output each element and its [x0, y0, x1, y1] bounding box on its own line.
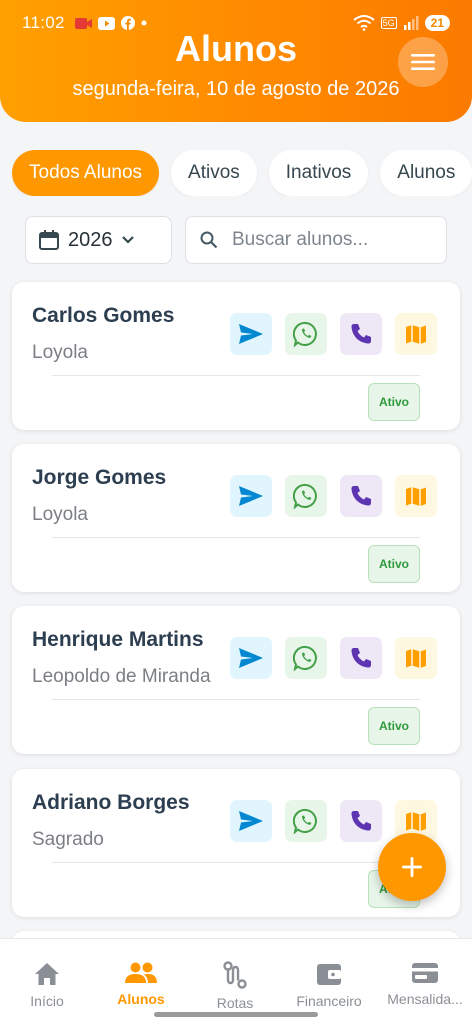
student-school: Loyola [32, 342, 88, 363]
nav-item-inicio[interactable]: Início [0, 939, 94, 1024]
filter-chip-inactive[interactable]: Inativos [268, 150, 369, 196]
student-actions [230, 313, 437, 355]
filter-chips: Todos Alunos Ativos Inativos Alunos [12, 150, 472, 196]
phone-icon [351, 811, 371, 831]
map-icon [406, 325, 426, 344]
send-icon [239, 486, 263, 506]
phone-icon [351, 486, 371, 506]
card-divider [52, 375, 420, 376]
map-icon [406, 487, 426, 506]
nav-item-mensalidades[interactable]: Mensalida... [378, 939, 472, 1024]
wallet-icon [317, 964, 341, 985]
nav-label: Financeiro [296, 993, 362, 1009]
student-name: Henrique Martins [32, 628, 204, 651]
year-value: 2026 [68, 228, 113, 251]
call-button[interactable] [340, 475, 382, 517]
map-button[interactable] [395, 637, 437, 679]
whatsapp-icon [293, 808, 317, 834]
search-icon [200, 231, 218, 249]
send-icon [239, 648, 263, 668]
card-divider [52, 699, 420, 700]
chevron-down-icon [121, 236, 134, 244]
whatsapp-button[interactable] [285, 637, 327, 679]
home-icon [35, 963, 59, 985]
phone-icon [351, 648, 371, 668]
filter-chip-more[interactable]: Alunos [380, 150, 472, 196]
student-school: Sagrado [32, 829, 104, 850]
card-divider [52, 537, 420, 538]
nav-label: Mensalida... [387, 991, 463, 1007]
page-date: segunda-feira, 10 de agosto de 2026 [72, 78, 400, 100]
student-actions [230, 637, 437, 679]
status-badge: Ativo [368, 383, 420, 421]
student-card[interactable]: Carlos Gomes Loyola Ativo [12, 282, 460, 430]
menu-button[interactable] [398, 37, 448, 87]
people-icon [125, 962, 157, 983]
nav-label: Alunos [117, 991, 165, 1007]
status-badge: Ativo [368, 707, 420, 745]
route-icon [223, 961, 247, 989]
whatsapp-button[interactable] [285, 313, 327, 355]
phone-icon [351, 324, 371, 344]
send-message-button[interactable] [230, 637, 272, 679]
whatsapp-button[interactable] [285, 475, 327, 517]
call-button[interactable] [340, 637, 382, 679]
status-badge: Ativo [368, 545, 420, 583]
card-divider [52, 862, 420, 863]
call-button[interactable] [340, 313, 382, 355]
send-message-button[interactable] [230, 475, 272, 517]
plus-icon [402, 857, 422, 877]
map-icon [406, 649, 426, 668]
send-icon [239, 811, 263, 831]
student-card[interactable]: Jorge Gomes Loyola Ativo [12, 444, 460, 592]
student-card[interactable]: Henrique Martins Leopoldo de Miranda Ati… [12, 606, 460, 754]
credit-card-icon [412, 963, 438, 983]
whatsapp-icon [293, 483, 317, 509]
student-actions [230, 475, 437, 517]
filter-chip-active[interactable]: Ativos [171, 150, 257, 196]
search-input[interactable] [232, 229, 432, 251]
student-name: Jorge Gomes [32, 466, 167, 489]
more-notifications-icon [141, 20, 147, 26]
map-button[interactable] [395, 475, 437, 517]
call-button[interactable] [340, 800, 382, 842]
header: 11:02 5G 21 Alunos segunda-feira, 10 de … [0, 0, 472, 122]
nav-label: Rotas [216, 995, 254, 1011]
map-button[interactable] [395, 313, 437, 355]
student-name: Adriano Borges [32, 791, 190, 814]
hamburger-menu-icon [411, 54, 435, 70]
whatsapp-icon [293, 645, 317, 671]
home-indicator [154, 1012, 318, 1017]
student-school: Leopoldo de Miranda [32, 666, 211, 687]
student-name: Carlos Gomes [32, 304, 175, 327]
nav-label: Início [30, 993, 64, 1009]
send-icon [239, 324, 263, 344]
search-box [185, 216, 447, 264]
filter-chip-all[interactable]: Todos Alunos [12, 150, 160, 196]
map-icon [406, 812, 426, 831]
year-select[interactable]: 2026 [25, 216, 172, 264]
calendar-icon [39, 230, 59, 250]
send-message-button[interactable] [230, 800, 272, 842]
send-message-button[interactable] [230, 313, 272, 355]
whatsapp-button[interactable] [285, 800, 327, 842]
whatsapp-icon [293, 321, 317, 347]
student-school: Loyola [32, 504, 88, 525]
add-student-button[interactable] [378, 833, 446, 901]
